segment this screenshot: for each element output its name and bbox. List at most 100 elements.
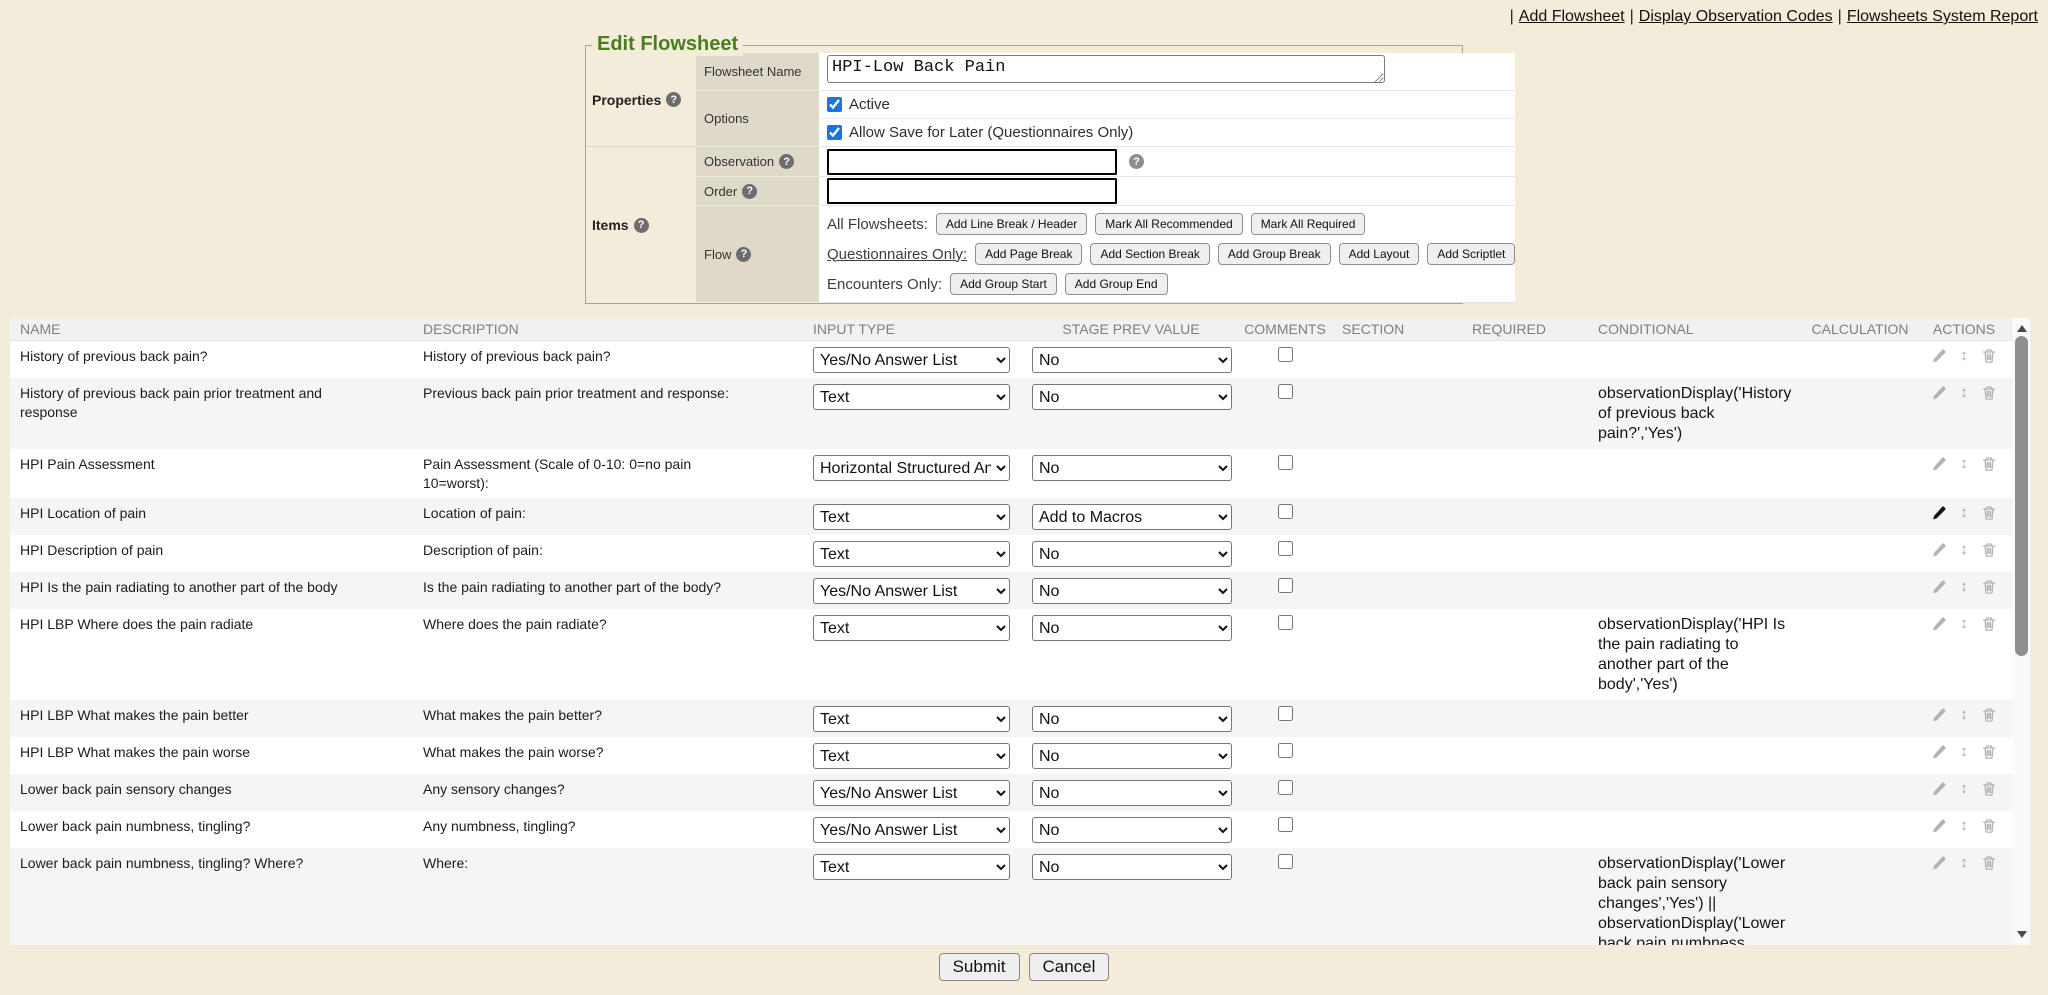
help-icon[interactable]: ? [1129,154,1144,169]
edit-pencil-icon[interactable] [1931,348,1947,364]
input-type-select[interactable]: Yes/No Answer List [813,817,1010,843]
stage-prev-value-select[interactable]: No [1032,706,1232,732]
edit-pencil-icon[interactable] [1931,616,1947,632]
move-updown-icon[interactable]: ↕ [1956,781,1972,797]
top-link[interactable]: Flowsheets System Report [1847,8,2038,25]
move-updown-icon[interactable]: ↕ [1956,348,1972,364]
edit-pencil-icon[interactable] [1931,505,1947,521]
input-type-select[interactable]: Text [813,541,1010,567]
stage-prev-value-select[interactable]: No [1032,743,1232,769]
stage-prev-value-select[interactable]: No [1032,780,1232,806]
move-updown-icon[interactable]: ↕ [1956,616,1972,632]
delete-trash-icon[interactable] [1981,385,1997,401]
stage-prev-value-select[interactable]: No [1032,854,1232,880]
move-updown-icon[interactable]: ↕ [1956,707,1972,723]
scrollbar-thumb[interactable] [2015,336,2028,656]
comments-checkbox[interactable] [1278,817,1293,832]
cancel-button[interactable]: Cancel [1029,953,1110,981]
option-checkbox[interactable] [827,97,842,112]
comments-checkbox[interactable] [1278,578,1293,593]
help-icon[interactable]: ? [742,184,757,199]
flow-action-button[interactable]: Add Layout [1339,243,1420,265]
edit-pencil-icon[interactable] [1931,542,1947,558]
top-link[interactable]: Display Observation Codes [1639,8,1833,25]
edit-pencil-icon[interactable] [1931,707,1947,723]
stage-prev-value-select[interactable]: No [1032,347,1232,373]
move-updown-icon[interactable]: ↕ [1956,744,1972,760]
stage-prev-value-select[interactable]: Add to Macros [1032,504,1232,530]
stage-prev-value-select[interactable]: No [1032,578,1232,604]
input-type-select[interactable]: Yes/No Answer List [813,347,1010,373]
edit-pencil-icon[interactable] [1931,818,1947,834]
delete-trash-icon[interactable] [1981,348,1997,364]
edit-pencil-icon[interactable] [1931,781,1947,797]
table-scrollbar[interactable] [2013,318,2030,945]
help-icon[interactable]: ? [666,92,681,107]
input-type-select[interactable]: Text [813,384,1010,410]
comments-checkbox[interactable] [1278,743,1293,758]
comments-checkbox[interactable] [1278,504,1293,519]
comments-checkbox[interactable] [1278,706,1293,721]
observation-input[interactable] [827,149,1117,175]
comments-checkbox[interactable] [1278,347,1293,362]
move-updown-icon[interactable]: ↕ [1956,855,1972,871]
input-type-select[interactable]: Text [813,854,1010,880]
flow-action-button[interactable]: Add Scriptlet [1427,243,1515,265]
flow-action-button[interactable]: Add Line Break / Header [936,213,1087,235]
comments-checkbox[interactable] [1278,615,1293,630]
move-updown-icon[interactable]: ↕ [1956,542,1972,558]
flowsheet-name-input[interactable]: HPI-Low Back Pain [827,55,1385,83]
top-link[interactable]: Add Flowsheet [1519,8,1625,25]
edit-pencil-icon[interactable] [1931,579,1947,595]
delete-trash-icon[interactable] [1981,505,1997,521]
move-updown-icon[interactable]: ↕ [1956,505,1972,521]
flow-action-button[interactable]: Add Page Break [975,243,1082,265]
flow-action-button[interactable]: Add Section Break [1090,243,1209,265]
option-checkbox[interactable] [827,125,842,140]
help-icon[interactable]: ? [736,247,751,262]
flow-action-button[interactable]: Mark All Recommended [1095,213,1242,235]
stage-prev-value-select[interactable]: No [1032,817,1232,843]
flow-action-button[interactable]: Mark All Required [1251,213,1366,235]
delete-trash-icon[interactable] [1981,542,1997,558]
delete-trash-icon[interactable] [1981,744,1997,760]
scroll-up-icon[interactable] [2013,321,2030,335]
stage-prev-value-select[interactable]: No [1032,455,1232,481]
move-updown-icon[interactable]: ↕ [1956,818,1972,834]
submit-button[interactable]: Submit [939,953,1020,981]
move-updown-icon[interactable]: ↕ [1956,456,1972,472]
stage-prev-value-select[interactable]: No [1032,541,1232,567]
edit-pencil-icon[interactable] [1931,385,1947,401]
delete-trash-icon[interactable] [1981,707,1997,723]
delete-trash-icon[interactable] [1981,781,1997,797]
move-updown-icon[interactable]: ↕ [1956,579,1972,595]
input-type-select[interactable]: Horizontal Structured Ans [813,455,1010,481]
comments-checkbox[interactable] [1278,780,1293,795]
edit-pencil-icon[interactable] [1931,456,1947,472]
edit-pencil-icon[interactable] [1931,855,1947,871]
flow-action-button[interactable]: Add Group Break [1218,243,1331,265]
stage-prev-value-select[interactable]: No [1032,615,1232,641]
input-type-select[interactable]: Yes/No Answer List [813,578,1010,604]
delete-trash-icon[interactable] [1981,456,1997,472]
input-type-select[interactable]: Text [813,615,1010,641]
flow-action-button[interactable]: Add Group End [1065,273,1168,295]
flow-action-button[interactable]: Add Group Start [950,273,1057,295]
input-type-select[interactable]: Text [813,504,1010,530]
edit-pencil-icon[interactable] [1931,744,1947,760]
input-type-select[interactable]: Yes/No Answer List [813,780,1010,806]
help-icon[interactable]: ? [779,154,794,169]
help-icon[interactable]: ? [634,218,649,233]
input-type-select[interactable]: Text [813,706,1010,732]
scroll-down-icon[interactable] [2013,927,2030,941]
delete-trash-icon[interactable] [1981,616,1997,632]
delete-trash-icon[interactable] [1981,818,1997,834]
delete-trash-icon[interactable] [1981,579,1997,595]
order-input[interactable] [827,178,1117,204]
delete-trash-icon[interactable] [1981,855,1997,871]
comments-checkbox[interactable] [1278,384,1293,399]
stage-prev-value-select[interactable]: No [1032,384,1232,410]
input-type-select[interactable]: Text [813,743,1010,769]
comments-checkbox[interactable] [1278,541,1293,556]
comments-checkbox[interactable] [1278,455,1293,470]
